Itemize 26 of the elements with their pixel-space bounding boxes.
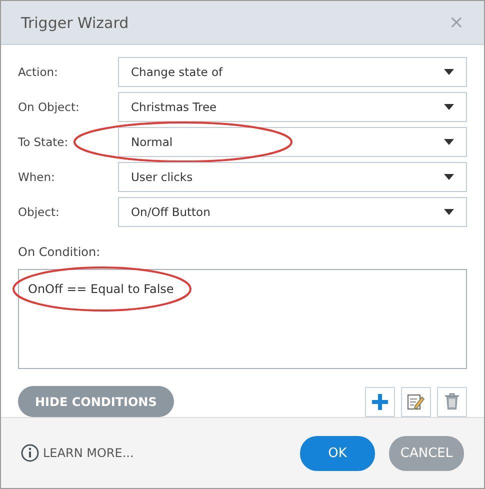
dropdown[interactable]: On/Off Button bbox=[118, 197, 467, 228]
window-title: Trigger Wizard bbox=[21, 14, 129, 32]
field-label: On Object: bbox=[18, 100, 80, 114]
field-label: Object: bbox=[18, 205, 60, 220]
dropdown[interactable]: User clicks bbox=[118, 162, 467, 192]
caret-icon bbox=[444, 69, 454, 76]
condition-label: On Condition: bbox=[18, 245, 102, 260]
field-label: Action: bbox=[18, 65, 59, 80]
delete-button[interactable] bbox=[437, 386, 467, 417]
dropdown[interactable]: Christmas Tree bbox=[118, 92, 467, 122]
notepad-pencil-icon bbox=[407, 392, 425, 411]
trash-icon bbox=[445, 393, 459, 410]
caret-icon bbox=[444, 174, 454, 180]
add-button[interactable] bbox=[365, 386, 395, 417]
field-label: To State: bbox=[18, 135, 70, 150]
ok-button[interactable]: OK bbox=[300, 436, 375, 471]
info-icon bbox=[21, 444, 39, 462]
caret-icon bbox=[444, 104, 454, 110]
learn-more-link[interactable]: LEARN MORE... bbox=[21, 444, 134, 462]
edit-button[interactable] bbox=[401, 386, 431, 417]
dropdown[interactable]: Change state of bbox=[118, 57, 467, 88]
caret-icon bbox=[444, 139, 454, 146]
dropdown[interactable]: Normal bbox=[118, 127, 467, 158]
caret-icon bbox=[444, 209, 454, 216]
field-label: When: bbox=[18, 170, 56, 184]
plus-icon bbox=[372, 394, 388, 410]
